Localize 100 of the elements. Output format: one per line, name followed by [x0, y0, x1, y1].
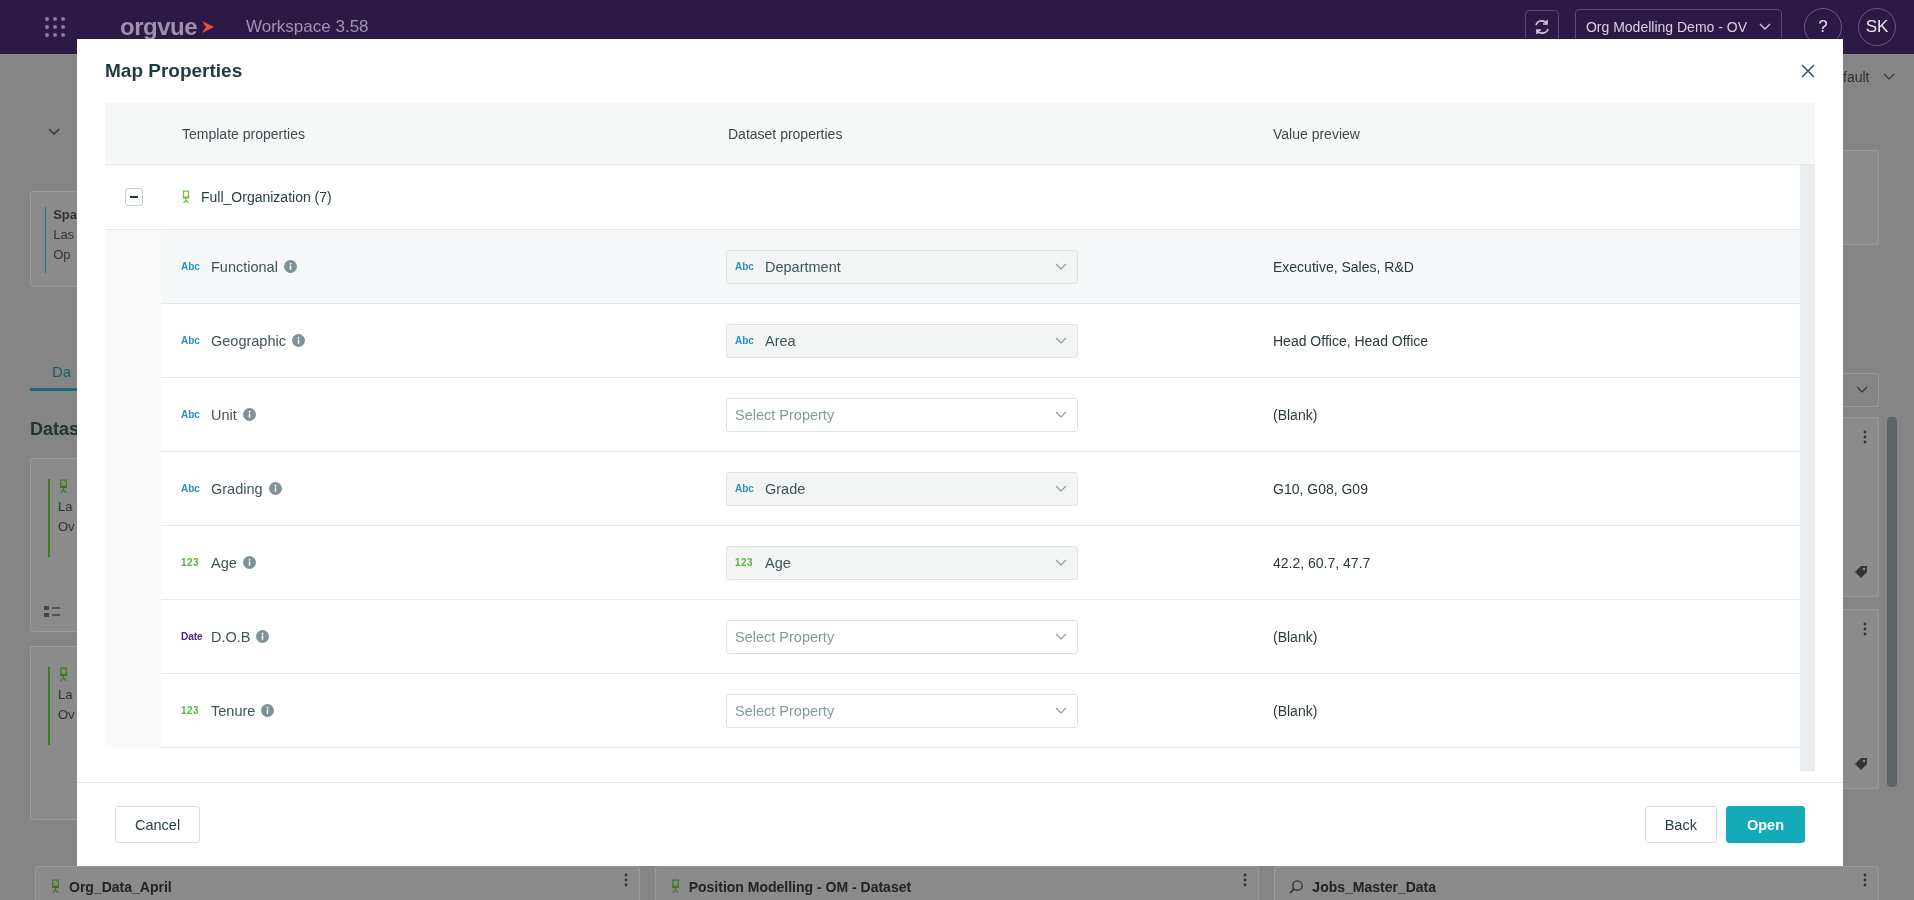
value-preview: G10, G08, G09	[1273, 480, 1369, 497]
card-text: Ov	[58, 519, 75, 534]
chevron-down-icon	[1883, 73, 1896, 81]
search-icon	[1289, 879, 1305, 894]
value-preview: (Blank)	[1273, 628, 1319, 645]
more-options-icon[interactable]	[1863, 622, 1867, 636]
view-selector[interactable]: fault	[1843, 69, 1904, 85]
info-icon[interactable]	[261, 704, 275, 717]
property-name: Functional	[211, 258, 278, 275]
scrollbar[interactable]	[1800, 165, 1815, 771]
selector-text: fault	[1843, 69, 1870, 85]
app-grid-icon[interactable]	[44, 16, 66, 38]
chevron-down-icon	[1055, 558, 1067, 567]
card-title: Org_Data_April	[69, 879, 172, 895]
type-label: Abc	[735, 483, 755, 494]
info-icon[interactable]	[291, 334, 305, 347]
chevron-down-icon[interactable]	[48, 128, 60, 136]
app-logo[interactable]: orgvue	[120, 13, 216, 41]
column-header: Dataset properties	[728, 125, 844, 142]
value-preview: 42.2, 60.7, 47.7	[1273, 554, 1372, 571]
card-text: Ov	[58, 707, 75, 722]
property-dropdown[interactable]: Abc Area	[726, 323, 1078, 358]
property-dropdown[interactable]: Abc Grade	[726, 471, 1078, 506]
info-icon[interactable]	[256, 630, 270, 643]
value-preview: Head Office, Head Office	[1273, 332, 1430, 349]
property-name: Age	[211, 554, 237, 571]
chevron-down-icon	[1055, 262, 1067, 271]
collapse-button[interactable]	[125, 188, 143, 206]
property-row[interactable]: Date D.O.B Select Property (Blank)	[161, 600, 1800, 674]
dataset-card[interactable]: Position Modelling - OM - Dataset	[654, 866, 1260, 900]
property-row[interactable]: Abc Grading Abc Grade G10, G08, G09	[161, 452, 1800, 526]
info-icon[interactable]	[268, 482, 282, 495]
type-label: Abc	[181, 409, 201, 420]
dataset-card[interactable]: La Ov	[30, 646, 77, 820]
card-text: Spa	[53, 207, 77, 222]
value-preview: (Blank)	[1273, 702, 1319, 719]
property-dropdown[interactable]: Abc Department	[726, 249, 1078, 284]
info-icon[interactable]	[283, 260, 297, 273]
card-text: La	[58, 687, 73, 702]
value-preview: (Blank)	[1273, 406, 1319, 423]
property-name: Grading	[211, 480, 263, 497]
chevron-down-icon	[1055, 706, 1067, 715]
tag-icon[interactable]	[1854, 757, 1868, 771]
property-row[interactable]: Abc Geographic Abc Area Head Office, Head Office	[161, 304, 1800, 378]
chair-icon	[58, 667, 69, 682]
card-text: Las	[53, 227, 75, 242]
card-title: Position Modelling - OM - Dataset	[688, 879, 912, 895]
more-options-icon[interactable]	[1243, 873, 1248, 887]
workspace-title: Workspace 3.58	[246, 17, 369, 37]
chevron-down-icon	[1856, 386, 1868, 394]
property-name: Tenure	[211, 702, 256, 719]
type-label: 123	[181, 557, 201, 568]
info-icon[interactable]	[242, 556, 256, 569]
chevron-down-icon	[1759, 23, 1771, 31]
section-heading: Datas	[30, 419, 80, 440]
user-avatar[interactable]: SK	[1858, 8, 1896, 46]
property-row[interactable]: Abc Functional Abc Department Executive, Sales, R&D	[161, 230, 1800, 304]
property-dropdown[interactable]: 123 Age	[726, 545, 1078, 580]
chair-icon	[50, 879, 61, 894]
more-options-icon[interactable]	[623, 873, 628, 887]
type-label: 123	[181, 705, 201, 716]
chair-icon	[58, 479, 69, 494]
type-label: Abc	[181, 483, 201, 494]
property-row[interactable]: 123 Age 123 Age 42.2, 60.7, 47.7	[161, 526, 1800, 600]
dialog-title: Map Properties	[105, 60, 244, 82]
more-options-icon[interactable]	[1863, 873, 1867, 887]
list-icon[interactable]	[44, 605, 60, 619]
dataset-card[interactable]: Jobs_Master_Data	[1274, 866, 1879, 900]
chevron-down-icon	[1055, 484, 1067, 493]
workspace-card[interactable]: Spa Las Op	[30, 191, 77, 287]
dropdown-placeholder: Select Property	[735, 702, 836, 719]
chair-icon	[669, 879, 681, 894]
close-icon[interactable]	[1801, 64, 1815, 78]
property-name: D.O.B	[211, 628, 251, 645]
property-name: Geographic	[211, 332, 286, 349]
dropdown-value: Age	[765, 554, 792, 571]
type-label: Date	[181, 631, 204, 642]
scrollbar[interactable]	[1887, 417, 1897, 787]
type-label: Abc	[735, 261, 755, 272]
cancel-button[interactable]: Cancel	[115, 806, 201, 843]
card-title: Jobs_Master_Data	[1312, 879, 1437, 895]
dropdown-value: Grade	[765, 480, 807, 497]
dataset-card[interactable]: Org_Data_April	[35, 866, 640, 900]
chevron-down-icon	[1055, 632, 1067, 641]
type-label: Abc	[735, 335, 755, 346]
column-header: Value preview	[1273, 125, 1361, 142]
dropdown-placeholder: Select Property	[735, 406, 836, 423]
back-button[interactable]: Back	[1644, 806, 1717, 843]
chevron-down-icon	[1055, 410, 1067, 419]
type-label: Abc	[181, 261, 201, 272]
value-preview: Executive, Sales, R&D	[1273, 258, 1415, 275]
info-icon[interactable]	[242, 408, 256, 421]
more-options-icon[interactable]	[1863, 430, 1867, 444]
card-text: Op	[53, 247, 71, 262]
group-label: Full_Organization (7)	[201, 189, 332, 205]
property-row[interactable]: Abc Unit Select Property (Blank)	[161, 378, 1800, 452]
dataset-card[interactable]: La Ov	[30, 458, 77, 632]
column-header: Template properties	[182, 125, 306, 142]
tag-icon[interactable]	[1854, 565, 1868, 579]
property-row[interactable]: 123 Tenure Select Property (Blank)	[161, 674, 1800, 748]
